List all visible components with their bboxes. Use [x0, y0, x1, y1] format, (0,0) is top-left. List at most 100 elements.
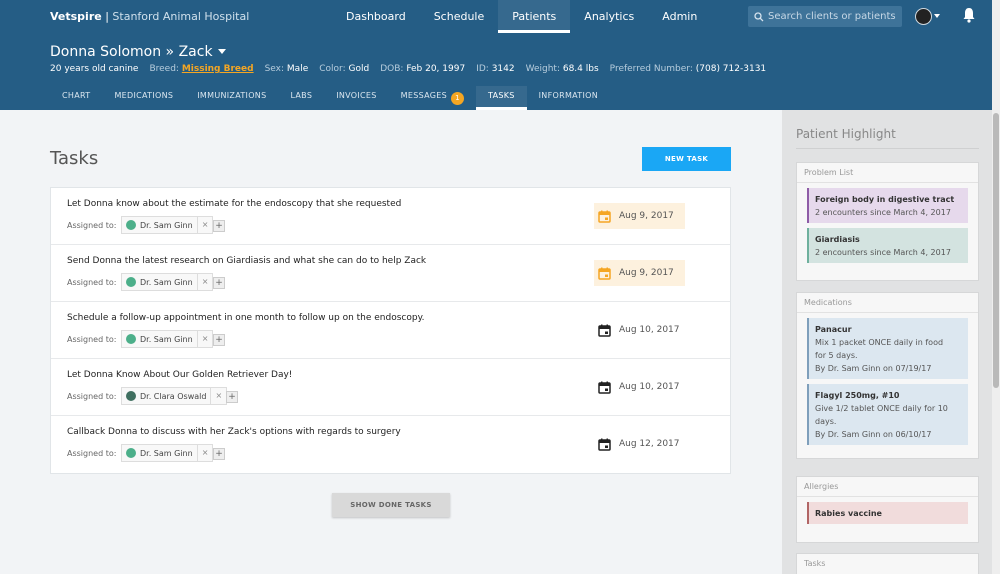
task-row[interactable]: Schedule a follow-up appointment in one … — [51, 302, 730, 359]
task-title[interactable]: Send Donna the latest research on Giardi… — [67, 256, 426, 266]
card-header: Medications — [797, 293, 978, 313]
assignee-chip[interactable]: Dr. Sam Ginn × — [121, 216, 214, 234]
task-row[interactable]: Let Donna know about the estimate for th… — [51, 188, 730, 245]
problem-item[interactable]: Giardiasis 2 encounters since March 4, 2… — [807, 228, 968, 263]
show-done-tasks-button[interactable]: SHOW DONE TASKS — [332, 493, 450, 517]
assignee-avatar — [126, 391, 136, 401]
add-assignee-button[interactable]: + — [213, 448, 225, 460]
remove-assignee-button[interactable]: × — [210, 388, 226, 404]
due-date[interactable]: Aug 9, 2017 — [594, 260, 685, 286]
owner-link[interactable]: Donna Solomon » — [50, 44, 174, 60]
task-title[interactable]: Let Donna Know About Our Golden Retrieve… — [67, 370, 292, 380]
avatar[interactable] — [915, 8, 932, 25]
medication-item[interactable]: Flagyl 250mg, #10 Give 1/2 tablet ONCE d… — [807, 384, 968, 445]
assignee-chip[interactable]: Dr. Sam Ginn × — [121, 330, 214, 348]
chevron-down-icon[interactable] — [217, 49, 226, 54]
add-assignee-button[interactable]: + — [213, 334, 225, 346]
assignee-chip[interactable]: Dr. Sam Ginn × — [121, 444, 214, 462]
due-date[interactable]: Aug 9, 2017 — [594, 203, 685, 229]
item-detail: By Dr. Sam Ginn on 06/10/17 — [815, 430, 932, 439]
item-title: Rabies vaccine — [815, 509, 882, 518]
weight-label: Weight: — [525, 64, 560, 74]
assignee-name: Dr. Sam Ginn — [140, 334, 193, 344]
item-title: Panacur — [815, 325, 852, 334]
phone-info: Preferred Number: (708) 712-3131 — [610, 64, 766, 74]
weight-info: Weight: 68.4 lbs — [526, 64, 599, 74]
nav-analytics[interactable]: Analytics — [570, 0, 648, 33]
dob-info: DOB: Feb 20, 1997 — [380, 64, 465, 74]
assigned-label: Assigned to: — [67, 278, 117, 287]
assignee-avatar — [126, 448, 136, 458]
nav-patients[interactable]: Patients — [498, 0, 571, 33]
task-title[interactable]: Schedule a follow-up appointment in one … — [67, 313, 425, 323]
add-assignee-button[interactable]: + — [226, 391, 238, 403]
patient-name[interactable]: Zack — [179, 44, 213, 60]
calendar-icon — [598, 267, 611, 280]
tab-medications[interactable]: MEDICATIONS — [102, 86, 185, 110]
bell-icon[interactable] — [962, 7, 976, 23]
top-nav: Dashboard Schedule Patients Analytics Ad… — [332, 0, 711, 33]
patient-title: Donna Solomon » Zack — [50, 44, 226, 60]
add-assignee-button[interactable]: + — [213, 277, 225, 289]
remove-assignee-button[interactable]: × — [196, 217, 213, 233]
caret-down-icon[interactable] — [934, 14, 940, 18]
main-content: Tasks NEW TASK Let Donna know about the … — [0, 110, 782, 574]
tasks-card: Tasks — [796, 553, 979, 574]
tab-chart[interactable]: CHART — [50, 86, 102, 110]
calendar-icon — [598, 381, 611, 394]
tab-labs[interactable]: LABS — [278, 86, 324, 110]
search-box[interactable] — [748, 6, 902, 27]
patient-age: 20 years old canine — [50, 64, 139, 74]
remove-assignee-button[interactable]: × — [196, 274, 213, 290]
item-detail: 2 encounters since March 4, 2017 — [815, 208, 951, 217]
nav-admin[interactable]: Admin — [648, 0, 711, 33]
breed-info: Breed: Missing Breed — [149, 64, 253, 74]
task-row[interactable]: Let Donna Know About Our Golden Retrieve… — [51, 359, 730, 416]
due-date[interactable]: Aug 10, 2017 — [594, 374, 685, 400]
task-row[interactable]: Send Donna the latest research on Giardi… — [51, 245, 730, 302]
dob-label: DOB: — [380, 64, 404, 74]
due-date[interactable]: Aug 12, 2017 — [594, 431, 685, 457]
patient-info: 20 years old canine Breed: Missing Breed… — [50, 64, 777, 74]
tab-messages[interactable]: MESSAGES 1 — [389, 86, 476, 110]
add-assignee-button[interactable]: + — [213, 220, 225, 232]
assignee-chip[interactable]: Dr. Sam Ginn × — [121, 273, 214, 291]
messages-badge: 1 — [451, 92, 464, 105]
page-title: Tasks — [50, 148, 99, 169]
search-input[interactable] — [768, 11, 898, 22]
tab-information[interactable]: INFORMATION — [527, 86, 610, 110]
nav-dashboard[interactable]: Dashboard — [332, 0, 420, 33]
scrollbar[interactable] — [992, 0, 1000, 574]
assigned-label: Assigned to: — [67, 449, 117, 458]
brand[interactable]: Vetspire | Stanford Animal Hospital — [50, 10, 249, 23]
assignee-avatar — [126, 220, 136, 230]
problem-list-card: Problem List Foreign body in digestive t… — [796, 162, 979, 281]
tab-tasks[interactable]: TASKS — [476, 86, 527, 110]
medication-item[interactable]: Panacur Mix 1 packet ONCE daily in food … — [807, 318, 968, 379]
task-title[interactable]: Let Donna know about the estimate for th… — [67, 199, 401, 209]
task-row[interactable]: Callback Donna to discuss with her Zack'… — [51, 416, 730, 473]
item-detail: 2 encounters since March 4, 2017 — [815, 248, 951, 257]
breed-value[interactable]: Missing Breed — [182, 64, 254, 74]
problem-item[interactable]: Foreign body in digestive tract 2 encoun… — [807, 188, 968, 223]
assignee-chip[interactable]: Dr. Clara Oswald × — [121, 387, 228, 405]
assignee-avatar — [126, 334, 136, 344]
patient-highlight-panel: Patient Highlight Problem List Foreign b… — [782, 110, 992, 574]
item-detail: days. — [815, 417, 837, 426]
assigned-label: Assigned to: — [67, 335, 117, 344]
tab-invoices[interactable]: INVOICES — [324, 86, 388, 110]
due-date[interactable]: Aug 10, 2017 — [594, 317, 685, 343]
scrollbar-thumb[interactable] — [993, 113, 999, 388]
task-title[interactable]: Callback Donna to discuss with her Zack'… — [67, 427, 401, 437]
search-icon — [754, 11, 764, 21]
new-task-button[interactable]: NEW TASK — [642, 147, 731, 171]
tab-messages-label: MESSAGES — [400, 91, 447, 100]
remove-assignee-button[interactable]: × — [196, 445, 213, 461]
item-title: Foreign body in digestive tract — [815, 195, 955, 204]
sex-info: Sex: Male — [265, 64, 309, 74]
due-date-text: Aug 12, 2017 — [619, 439, 680, 449]
allergy-item[interactable]: Rabies vaccine — [807, 502, 968, 524]
tab-immunizations[interactable]: IMMUNIZATIONS — [185, 86, 278, 110]
remove-assignee-button[interactable]: × — [196, 331, 213, 347]
nav-schedule[interactable]: Schedule — [420, 0, 499, 33]
